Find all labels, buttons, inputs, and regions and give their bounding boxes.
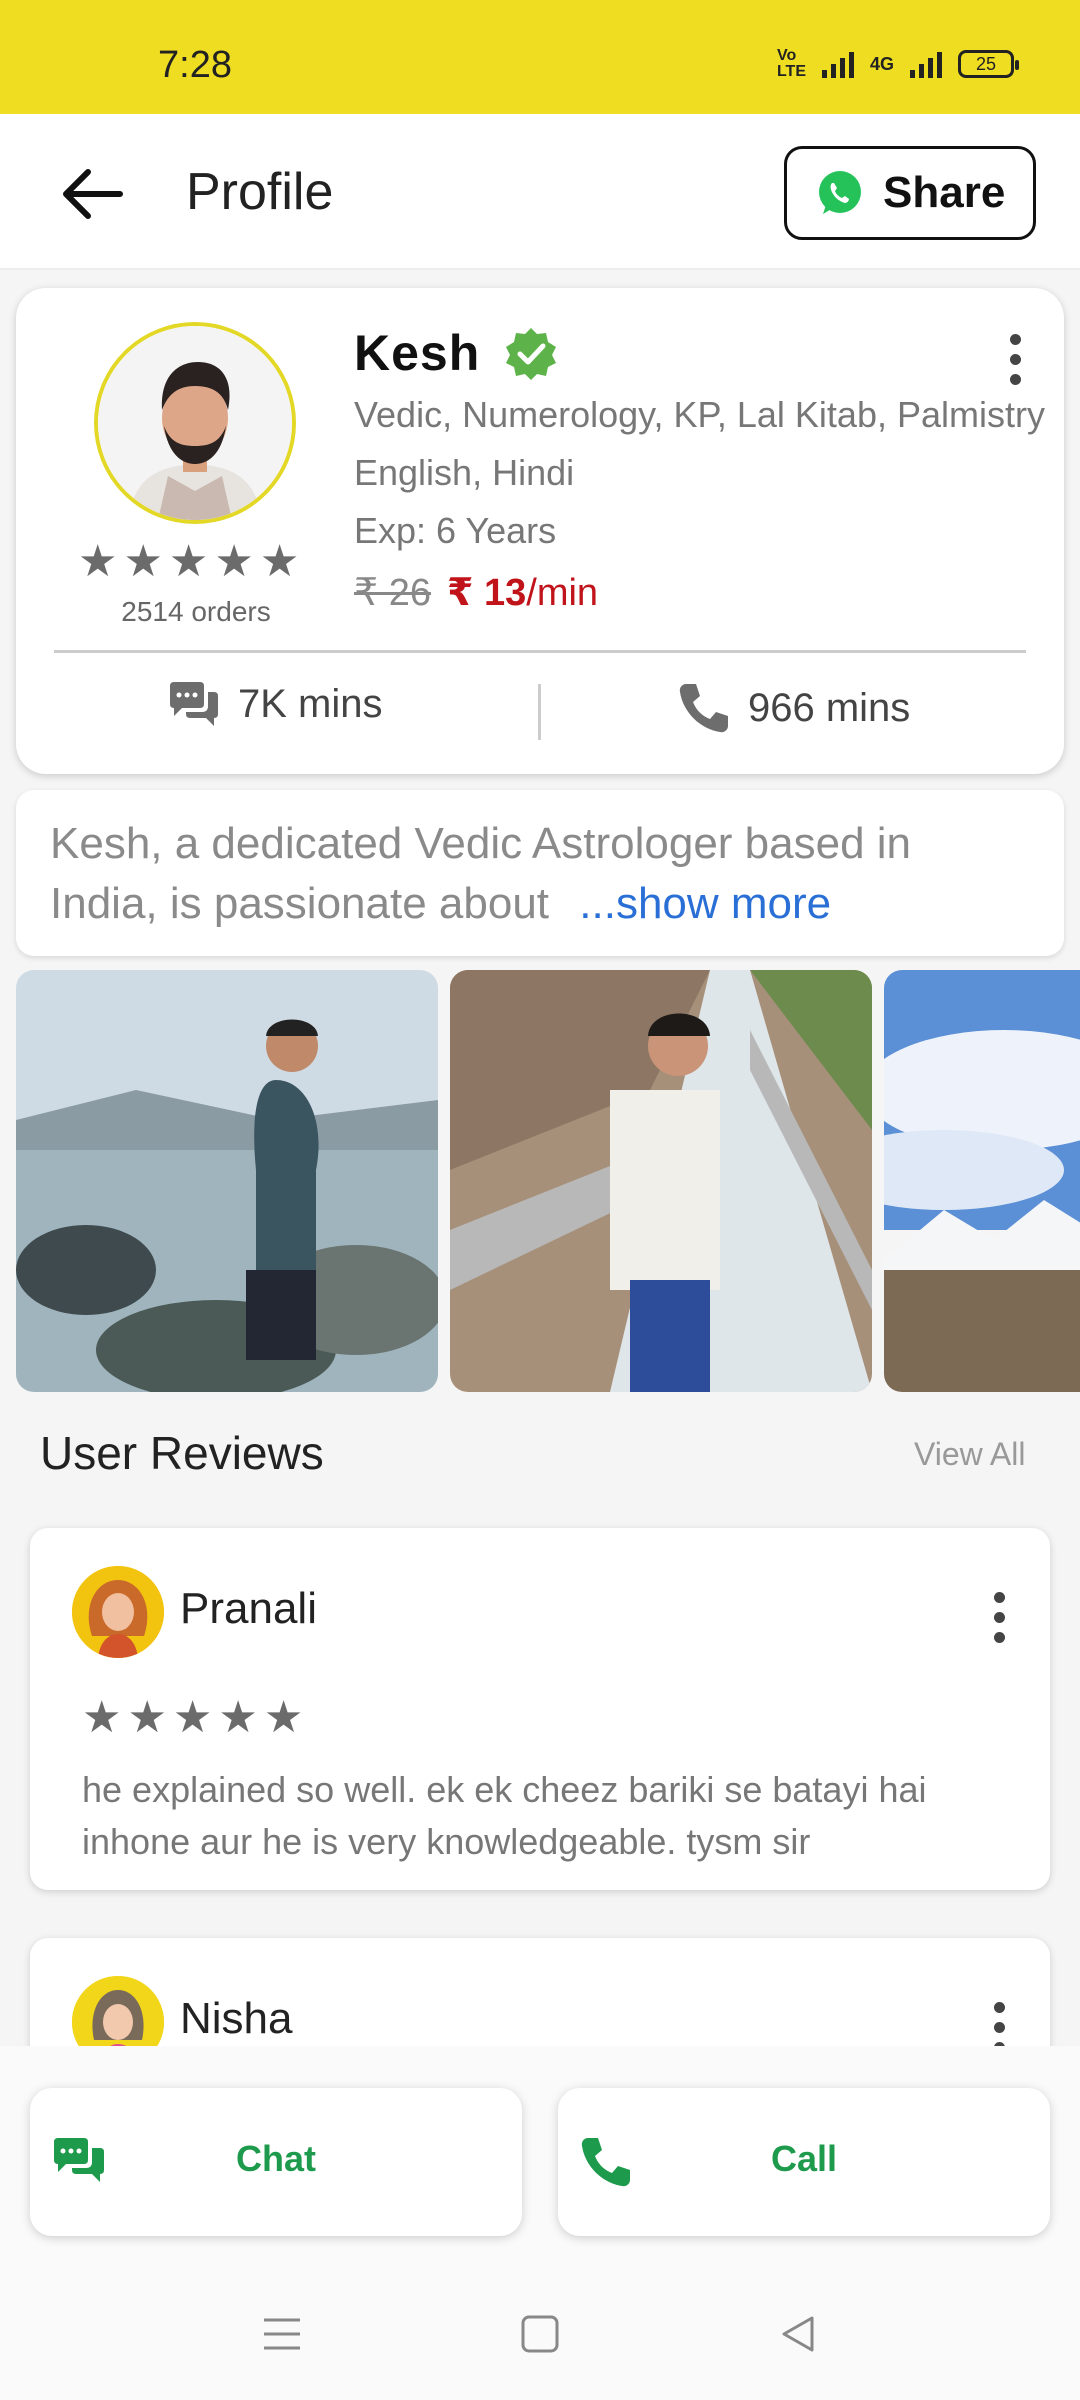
- avatar-image: [98, 326, 292, 520]
- experience: Exp: 6 Years: [354, 510, 557, 551]
- phone-icon: [679, 684, 728, 733]
- name-row: Kesh: [354, 324, 558, 382]
- reviewer-avatar-image: [72, 1566, 164, 1658]
- more-vert-icon[interactable]: [994, 1592, 1006, 1643]
- old-price: ₹ 26: [354, 572, 432, 614]
- system-nav-bar: [0, 2270, 1080, 2400]
- app-header: Profile Share: [0, 114, 1080, 270]
- volte-icon: Vo LTE: [776, 47, 806, 80]
- review-stars: ★ ★ ★ ★ ★: [82, 1692, 303, 1743]
- photo-gallery[interactable]: [16, 970, 1080, 1392]
- whatsapp-icon: [819, 171, 861, 214]
- orders-count: 2514 orders: [121, 596, 271, 627]
- call-button[interactable]: Call: [558, 2088, 1050, 2236]
- about-section: Kesh, a dedicated Vedic Astrologer based…: [16, 790, 1064, 956]
- reviews-title: User Reviews: [40, 1427, 324, 1479]
- divider: [54, 650, 1026, 653]
- star-icon: ★: [263, 1693, 304, 1742]
- reviewer-name: Nisha: [180, 1994, 293, 2043]
- review-text: he explained so well. ek ek cheez bariki…: [82, 1769, 927, 1862]
- back-button[interactable]: [58, 164, 128, 224]
- star-icon: ★: [78, 537, 118, 586]
- battery-icon: 25: [958, 50, 1019, 78]
- page-title: Profile: [186, 163, 334, 221]
- gallery-photo[interactable]: [450, 970, 872, 1392]
- chat-bubbles-icon: [170, 682, 218, 726]
- network-label: 4G: [869, 53, 894, 74]
- menu-nav-icon[interactable]: [262, 2314, 302, 2354]
- status-time: 7:28: [158, 44, 232, 86]
- review-card: Pranali ★ ★ ★ ★ ★ he explained so well. ek e…: [30, 1528, 1050, 1890]
- star-icon: ★: [127, 1693, 167, 1742]
- star-icon: ★: [168, 537, 209, 586]
- call-label: Call: [770, 2138, 838, 2179]
- back-arrow-icon: [63, 169, 123, 219]
- status-icons: Vo LTE 4G 25: [776, 47, 1019, 80]
- chat-button[interactable]: Chat: [30, 2088, 522, 2236]
- photo-riverside: [16, 970, 438, 1392]
- chat-label: Chat: [236, 2138, 316, 2179]
- status-bar: 7:28 Vo LTE 4G 25: [0, 0, 1080, 114]
- share-button[interactable]: Share: [784, 146, 1036, 240]
- call-minutes: 966 mins: [676, 680, 910, 736]
- show-more-link[interactable]: ...show more: [579, 879, 831, 928]
- new-price-value: ₹ 13: [447, 572, 527, 614]
- skills: Vedic, Numerology, KP, Lal Kitab, Palmis…: [354, 394, 1045, 435]
- share-label: Share: [883, 168, 1006, 217]
- verified-badge-icon: [506, 328, 557, 380]
- star-icon: ★: [218, 1693, 258, 1742]
- astrologer-name: Kesh: [354, 325, 481, 381]
- avatar[interactable]: [94, 322, 296, 524]
- back-nav-icon[interactable]: [778, 2314, 818, 2354]
- reviewer-avatar: [72, 1566, 164, 1658]
- astrologer-profile-card: ★ ★ ★ ★ ★ 2514 orders Kesh Vedic, Numerology…: [16, 288, 1064, 774]
- photo-mountains: [884, 970, 1080, 1392]
- gallery-photo[interactable]: [884, 970, 1080, 1392]
- star-icon: ★: [123, 537, 163, 586]
- chat-minutes-value: 7K mins: [238, 681, 383, 726]
- reviewer-name: Pranali: [180, 1584, 317, 1633]
- signal-icon: [821, 50, 854, 78]
- divider: [538, 684, 541, 740]
- rating-stars: ★ ★ ★ ★ ★: [78, 536, 299, 587]
- price-unit: /min: [526, 572, 599, 614]
- star-icon: ★: [259, 537, 300, 586]
- home-nav-icon[interactable]: [520, 2314, 560, 2354]
- languages: English, Hindi: [354, 452, 575, 493]
- chat-minutes: 7K mins: [166, 680, 383, 728]
- new-price: ₹ 13/min: [447, 570, 598, 615]
- gallery-photo[interactable]: [16, 970, 438, 1392]
- price: ₹ 26 ₹ 13/min: [354, 570, 598, 615]
- call-minutes-value: 966 mins: [748, 685, 911, 730]
- battery-level: 25: [975, 53, 997, 74]
- star-icon: ★: [172, 1693, 213, 1742]
- star-icon: ★: [214, 537, 254, 586]
- signal-icon-2: [910, 50, 942, 78]
- more-vert-icon[interactable]: [1010, 334, 1022, 385]
- star-icon: ★: [82, 1693, 122, 1742]
- view-all-link[interactable]: View All: [914, 1436, 1025, 1473]
- photo-bridge: [450, 970, 872, 1392]
